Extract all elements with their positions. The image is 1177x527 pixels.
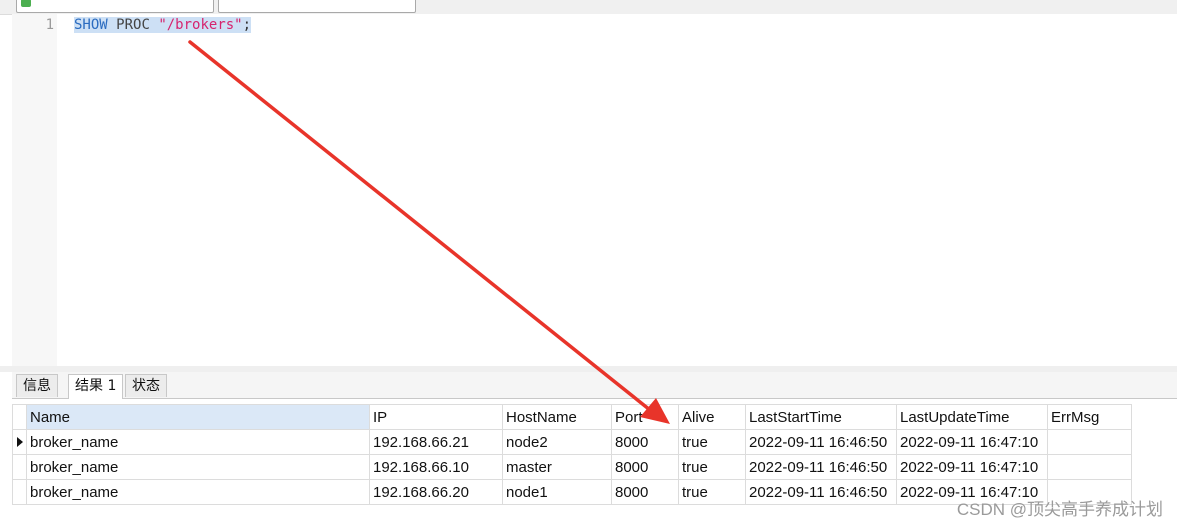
row-marker[interactable]: [12, 429, 27, 455]
cell-name[interactable]: broker_name: [26, 454, 370, 480]
cell-port[interactable]: 8000: [611, 429, 679, 455]
tab-result-1[interactable]: 结果 1: [68, 374, 124, 399]
row-marker-header: [12, 404, 27, 430]
cell-alive[interactable]: true: [678, 429, 746, 455]
column-header-laststarttime[interactable]: LastStartTime: [745, 404, 897, 430]
result-tabbar: 信息 结果 1 状态: [12, 372, 1177, 399]
column-header-hostname[interactable]: HostName: [502, 404, 612, 430]
cell-hostname[interactable]: node1: [502, 479, 612, 505]
column-header-alive[interactable]: Alive: [678, 404, 746, 430]
current-row-arrow-icon: [16, 436, 23, 447]
row-marker[interactable]: [12, 454, 27, 480]
line-number: 1: [45, 17, 54, 33]
cell-ip[interactable]: 192.168.66.20: [369, 479, 503, 505]
result-grid: Name IP HostName Port Alive LastStartTim…: [12, 404, 1132, 505]
semicolon: ;: [242, 17, 252, 33]
cell-ip[interactable]: 192.168.66.21: [369, 429, 503, 455]
sql-editor[interactable]: 1 SHOW PROC "/brokers";: [12, 14, 1177, 366]
column-header-lastupdatetime[interactable]: LastUpdateTime: [896, 404, 1048, 430]
keyword-show: SHOW: [74, 17, 108, 33]
cell-errmsg[interactable]: [1047, 454, 1132, 480]
cell-laststarttime[interactable]: 2022-09-11 16:46:50: [745, 429, 897, 455]
string-literal: "/brokers": [158, 17, 243, 33]
selected-statement: SHOW PROC "/brokers";: [74, 17, 252, 33]
column-header-name[interactable]: Name: [26, 404, 370, 430]
cell-errmsg[interactable]: [1047, 429, 1132, 455]
row-marker[interactable]: [12, 479, 27, 505]
cell-alive[interactable]: true: [678, 479, 746, 505]
cell-laststarttime[interactable]: 2022-09-11 16:46:50: [745, 454, 897, 480]
column-header-ip[interactable]: IP: [369, 404, 503, 430]
tab-info[interactable]: 信息: [16, 374, 58, 397]
cell-lastupdatetime[interactable]: 2022-09-11 16:47:10: [896, 429, 1048, 455]
table-row[interactable]: broker_name 192.168.66.21 node2 8000 tru…: [12, 429, 1132, 455]
cell-alive[interactable]: true: [678, 454, 746, 480]
cell-name[interactable]: broker_name: [26, 479, 370, 505]
database-select[interactable]: [218, 0, 416, 13]
cell-laststarttime[interactable]: 2022-09-11 16:46:50: [745, 479, 897, 505]
cell-hostname[interactable]: node2: [502, 429, 612, 455]
column-header-errmsg[interactable]: ErrMsg: [1047, 404, 1132, 430]
toolbar: [0, 0, 1177, 15]
cell-hostname[interactable]: master: [502, 454, 612, 480]
column-header-port[interactable]: Port: [611, 404, 679, 430]
code-line[interactable]: SHOW PROC "/brokers";: [74, 17, 252, 33]
cell-name[interactable]: broker_name: [26, 429, 370, 455]
database-icon: [21, 0, 31, 7]
cell-ip[interactable]: 192.168.66.10: [369, 454, 503, 480]
tab-status[interactable]: 状态: [125, 374, 167, 397]
cell-port[interactable]: 8000: [611, 454, 679, 480]
line-gutter: 1: [12, 14, 57, 366]
table-row[interactable]: broker_name 192.168.66.10 master 8000 tr…: [12, 454, 1132, 480]
cell-lastupdatetime[interactable]: 2022-09-11 16:47:10: [896, 454, 1048, 480]
watermark: CSDN @顶尖高手养成计划: [956, 500, 1163, 519]
keyword-proc: PROC: [116, 17, 150, 33]
connection-select[interactable]: [16, 0, 214, 13]
header-row: Name IP HostName Port Alive LastStartTim…: [12, 404, 1132, 430]
cell-port[interactable]: 8000: [611, 479, 679, 505]
